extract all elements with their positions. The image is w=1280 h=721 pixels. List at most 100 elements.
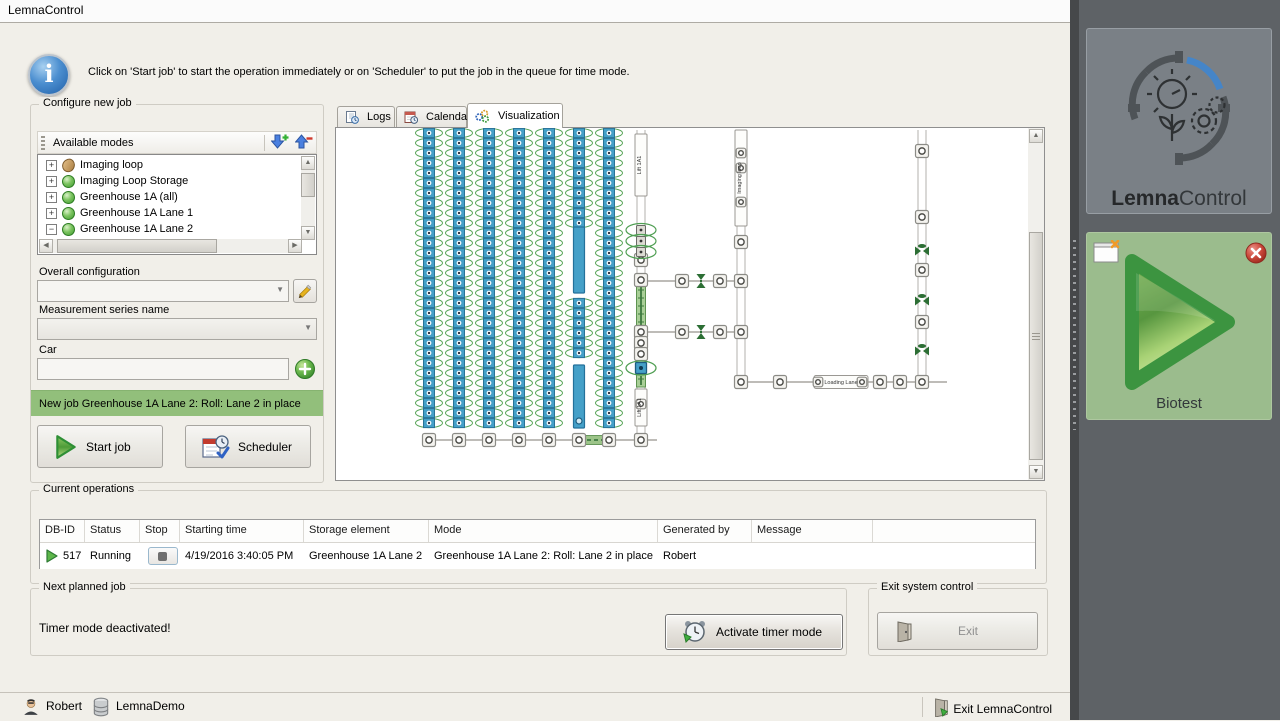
tree-item-label: Greenhouse 1A Lane 1 xyxy=(80,207,193,219)
tree-expander-icon[interactable]: + xyxy=(46,208,57,219)
add-mode-button[interactable] xyxy=(269,133,291,152)
measurement-series-combo[interactable]: ▼ xyxy=(37,318,317,340)
imaging-loop-icon xyxy=(60,157,76,173)
tree-item-imaging-loop-storage[interactable]: + Imaging Loop Storage xyxy=(39,173,301,189)
pencil-icon xyxy=(297,283,313,299)
tree-expander-icon[interactable]: + xyxy=(46,160,57,171)
close-icon[interactable] xyxy=(1245,242,1267,264)
tree-expander-icon[interactable]: + xyxy=(46,192,57,203)
activate-timer-mode-button[interactable]: Activate timer mode xyxy=(665,614,843,650)
db-id-value: 517 xyxy=(63,550,81,562)
exit-button[interactable]: Exit xyxy=(877,612,1038,650)
statusbar: Robert LemnaDemo Exit LemnaControl xyxy=(0,692,1070,721)
biotest-play-icon[interactable] xyxy=(1120,249,1240,395)
tab-label: Logs xyxy=(367,111,391,123)
scheduler-button[interactable]: Scheduler xyxy=(185,425,311,468)
viz-label-lift-top: Lift 1A1 xyxy=(637,156,643,175)
biotest-tile-label: Biotest xyxy=(1087,395,1271,412)
exit-button-label: Exit xyxy=(958,624,978,638)
column-header-storage-element[interactable]: Storage element xyxy=(304,520,429,542)
play-icon xyxy=(54,434,78,460)
column-header-mode[interactable]: Mode xyxy=(429,520,658,542)
running-play-icon xyxy=(45,549,59,563)
database-icon xyxy=(92,697,110,717)
tree-vscrollbar[interactable]: ▲ ▼ xyxy=(301,156,315,240)
scheduler-label: Scheduler xyxy=(238,440,292,454)
chevron-down-icon: ▼ xyxy=(276,285,284,294)
door-exit-icon xyxy=(932,697,950,717)
exit-lemnacontrol-button[interactable]: Exit LemnaControl xyxy=(932,697,1052,717)
tree-hscrollbar[interactable]: ◀ ▶ xyxy=(39,239,302,253)
viz-label-imaging-lane: Imaging loop xyxy=(737,162,743,194)
exit-system-control-group: Exit system control Exit xyxy=(868,588,1048,656)
activate-timer-mode-label: Activate timer mode xyxy=(716,625,822,639)
column-header-status[interactable]: Status xyxy=(85,520,140,542)
edit-configuration-button[interactable] xyxy=(293,279,317,303)
operation-cell: Running xyxy=(85,550,140,562)
tree-item-label: Greenhouse 1A (all) xyxy=(80,191,178,203)
column-header-generated-by[interactable]: Generated by xyxy=(658,520,752,542)
tree-item-label: Greenhouse 1A Lane 2 xyxy=(80,223,193,235)
overall-configuration-combo[interactable]: ▼ xyxy=(37,280,289,302)
viz-vscrollbar[interactable]: ▲ ▼ xyxy=(1028,128,1044,480)
column-header-stop[interactable]: Stop xyxy=(140,520,180,542)
scroll-down-icon[interactable]: ▼ xyxy=(1029,465,1043,479)
sphere-icon xyxy=(62,223,75,236)
tree-vscroll-thumb[interactable] xyxy=(301,173,315,197)
available-modes-tree: +Imaging loop+Imaging Loop Storage+Green… xyxy=(37,154,317,255)
tree-item-imaging-loop[interactable]: +Imaging loop xyxy=(39,157,301,173)
timer-mode-status: Timer mode deactivated! xyxy=(39,621,171,635)
tree-item-greenhouse-1a-lane-1[interactable]: + Greenhouse 1A Lane 1 xyxy=(39,205,301,221)
scroll-down-icon[interactable]: ▼ xyxy=(301,226,315,240)
tree-expander-icon[interactable]: − xyxy=(46,224,57,235)
brand-lemna: Lemna xyxy=(1111,187,1179,210)
scheduler-icon xyxy=(202,434,230,460)
window-icon xyxy=(1093,240,1121,264)
remove-mode-button[interactable] xyxy=(293,133,315,152)
tree-item-greenhouse-1a-lane-2[interactable]: − Greenhouse 1A Lane 2 xyxy=(39,221,301,237)
start-job-button[interactable]: Start job xyxy=(37,425,163,468)
column-header-db-id[interactable]: DB-ID xyxy=(40,520,85,542)
column-header-starting-time[interactable]: Starting time xyxy=(180,520,304,542)
sphere-icon xyxy=(62,207,75,220)
car-label: Car xyxy=(39,344,57,356)
viz-vscroll-thumb[interactable] xyxy=(1029,232,1043,460)
add-car-button[interactable] xyxy=(293,357,317,381)
tree-expander-icon[interactable]: + xyxy=(46,176,57,187)
toolbar-grip[interactable] xyxy=(41,136,45,150)
operation-cell: Greenhouse 1A Lane 2 xyxy=(304,550,429,562)
tab-logs[interactable]: Logs xyxy=(337,106,395,127)
operation-row[interactable]: 517Running4/19/2016 3:40:05 PMGreenhouse… xyxy=(40,543,1035,569)
column-header-filler[interactable] xyxy=(873,520,1033,542)
viz-label-lift-bottom: Lift 1A1 xyxy=(637,398,643,417)
tab-visualization[interactable]: Visualization xyxy=(467,103,563,128)
calendar-icon xyxy=(404,110,422,124)
operation-cell: Greenhouse 1A Lane 2: Roll: Lane 2 in pl… xyxy=(429,550,658,562)
stop-button[interactable] xyxy=(148,547,178,565)
exit-system-control-label: Exit system control xyxy=(877,581,977,593)
scroll-up-icon[interactable]: ▲ xyxy=(301,156,315,170)
tab-calendar[interactable]: Calendar xyxy=(396,106,467,127)
tree-item-label: Imaging Loop Storage xyxy=(80,175,188,187)
biotest-job-tile[interactable]: Biotest xyxy=(1086,232,1272,420)
car-input[interactable] xyxy=(37,358,289,380)
sidebar: LemnaControl Biotest xyxy=(1079,0,1280,720)
sidebar-splitter[interactable] xyxy=(1070,0,1079,720)
operation-cell: Robert xyxy=(658,550,752,562)
visualization-panel: Lift 1A1Imaging loopLift 1A1Loading Lane… xyxy=(335,127,1045,481)
scroll-left-icon[interactable]: ◀ xyxy=(39,239,53,253)
tree-item-greenhouse-1a-all-[interactable]: + Greenhouse 1A (all) xyxy=(39,189,301,205)
greenhouse-visualization: Lift 1A1Imaging loopLift 1A1Loading Lane xyxy=(336,128,1028,480)
statusbar-separator xyxy=(922,697,923,717)
scroll-up-icon[interactable]: ▲ xyxy=(1029,129,1043,143)
available-modes-toolbar: Available modes xyxy=(37,131,317,154)
scroll-right-icon[interactable]: ▶ xyxy=(288,239,302,253)
exit-lemnacontrol-label: Exit LemnaControl xyxy=(953,702,1052,716)
column-header-message[interactable]: Message xyxy=(752,520,873,542)
tree-hscroll-thumb[interactable] xyxy=(57,239,217,253)
window-title: LemnaControl xyxy=(8,3,83,17)
statusbar-database: LemnaDemo xyxy=(116,699,185,713)
operation-cell: 4/19/2016 3:40:05 PM xyxy=(180,550,304,562)
next-planned-job-label: Next planned job xyxy=(39,581,130,593)
gears-icon xyxy=(475,109,494,123)
